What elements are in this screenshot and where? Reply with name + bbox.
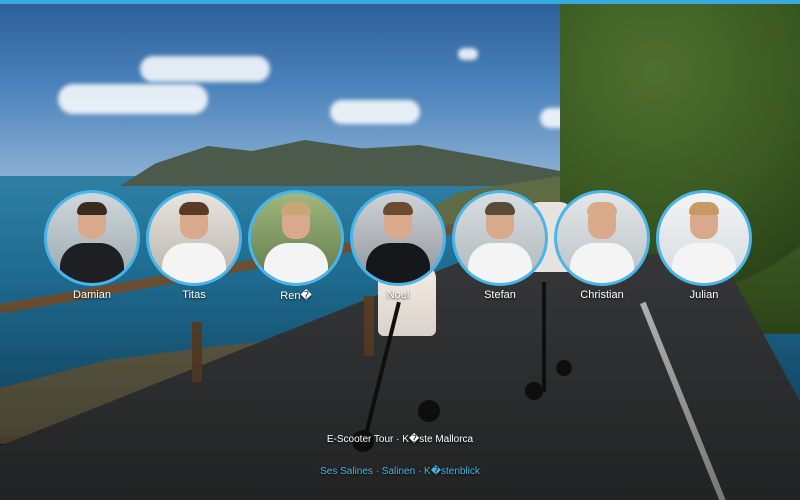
team-member: Ren� <box>248 190 344 302</box>
team-member: Titas <box>146 190 242 301</box>
team-member: Christian <box>554 190 650 301</box>
member-name: Julian <box>689 289 719 301</box>
member-name: Noel <box>386 289 410 301</box>
member-name: Damian <box>73 289 111 301</box>
member-name: Ren� <box>280 290 312 302</box>
tour-title: E-Scooter Tour · K�ste Mallorca <box>326 434 474 445</box>
avatar <box>146 190 242 286</box>
team-member: Julian <box>656 190 752 301</box>
avatar <box>554 190 650 286</box>
team-member: Stefan <box>452 190 548 301</box>
team-member: Noel <box>350 190 446 301</box>
member-name: Titas <box>182 289 206 301</box>
member-name: Christian <box>580 289 624 301</box>
tour-subtitle: Ses Salines · Salinen · K�stenblick <box>320 466 480 477</box>
avatar <box>350 190 446 286</box>
member-name: Stefan <box>484 289 516 301</box>
avatar <box>248 190 344 286</box>
team-member: Damian <box>44 190 140 301</box>
avatar <box>44 190 140 286</box>
team-row: Damian Titas Ren� Noel Stefan Christian … <box>44 190 756 310</box>
avatar <box>452 190 548 286</box>
top-accent-bar <box>0 0 800 4</box>
avatar <box>656 190 752 286</box>
